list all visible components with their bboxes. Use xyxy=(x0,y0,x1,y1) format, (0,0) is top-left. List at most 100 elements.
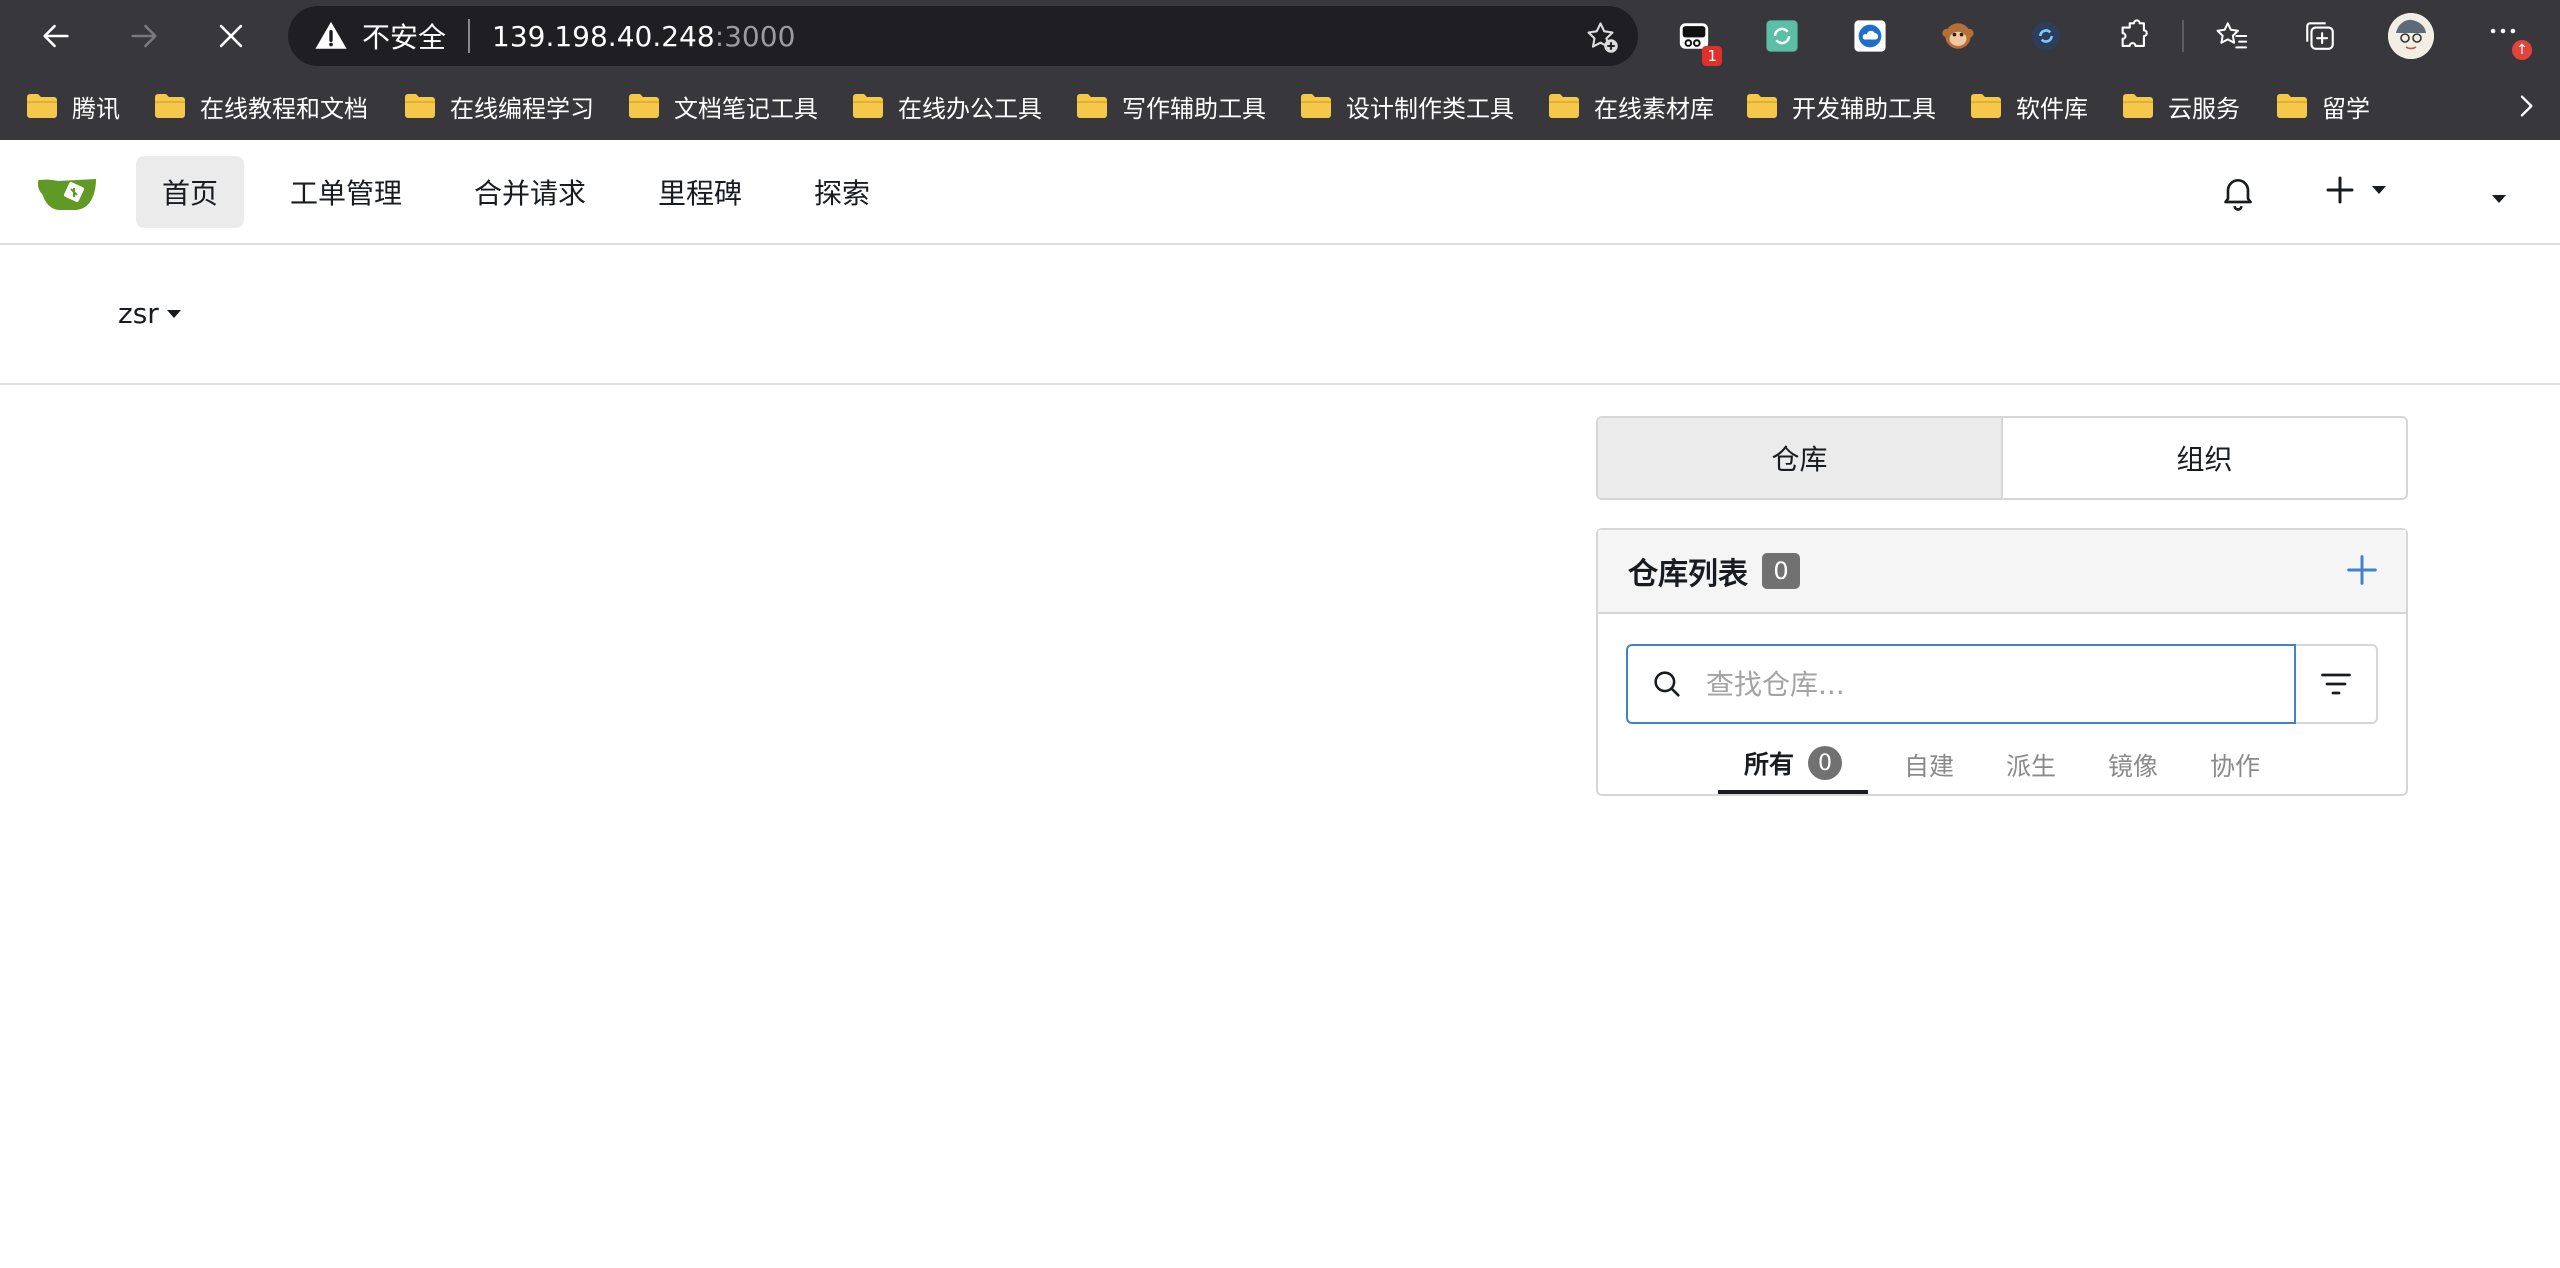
extension-refresh[interactable] xyxy=(2026,16,2066,56)
extension-sync[interactable] xyxy=(1762,16,1802,56)
bookmark-folder[interactable]: 开发辅助工具 xyxy=(1746,88,1936,124)
dashboard-tabs: 仓库 组织 xyxy=(1596,416,2408,500)
create-new-dropdown[interactable] xyxy=(2322,172,2386,208)
extension-reader[interactable]: 1 xyxy=(1674,16,1722,66)
filter-tab-mirrors-label: 镜像 xyxy=(2108,752,2159,781)
repo-search-box xyxy=(1626,644,2296,724)
bookmark-label: 在线素材库 xyxy=(1594,94,1714,123)
folder-icon xyxy=(1747,94,1777,118)
favorites-list-icon xyxy=(2216,22,2248,49)
nav-explore-label: 探索 xyxy=(814,177,871,210)
url-host: 139.198.40.248 xyxy=(492,19,715,53)
back-button[interactable] xyxy=(32,12,80,60)
nav-issues[interactable]: 工单管理 xyxy=(264,156,428,228)
arrow-right-icon xyxy=(131,24,157,48)
update-badge: ↑ xyxy=(2512,40,2532,60)
sync-icon xyxy=(1766,20,1798,52)
address-bar[interactable]: 不安全 139.198.40.248:3000 xyxy=(288,6,1638,66)
repo-filter-tabs: 所有 0 自建 派生 镜像 协作 xyxy=(1598,736,2406,796)
puzzle-icon xyxy=(2121,19,2148,47)
filter-tab-sources-label: 自建 xyxy=(1904,752,1955,781)
stop-loading-button[interactable] xyxy=(207,12,255,60)
arrow-left-icon xyxy=(43,24,69,48)
gitea-logo-icon[interactable] xyxy=(38,170,100,214)
tab-organizations-label: 组织 xyxy=(2176,443,2233,476)
folder-icon xyxy=(1301,94,1331,118)
folder-icon xyxy=(27,94,57,118)
chevron-right-icon[interactable] xyxy=(2510,90,2542,122)
refresh-circle-icon xyxy=(2031,21,2061,51)
folder-icon xyxy=(405,94,435,118)
bookmark-label: 在线教程和文档 xyxy=(200,94,368,123)
settings-more-button[interactable]: ↑ xyxy=(2486,14,2532,60)
tab-repositories-label: 仓库 xyxy=(1771,443,1828,476)
filter-tab-collaborative[interactable]: 协作 xyxy=(2210,736,2260,794)
forward-button[interactable] xyxy=(120,12,168,60)
monkey-icon xyxy=(1942,23,1974,49)
gitea-navbar: 首页 工单管理 合并请求 里程碑 探索 xyxy=(0,140,2560,245)
nav-pull-requests-label: 合并请求 xyxy=(474,177,587,210)
bookmark-folder[interactable]: 文档笔记工具 xyxy=(628,88,818,124)
user-menu-dropdown[interactable] xyxy=(2484,188,2506,207)
add-favorite-icon[interactable] xyxy=(1584,19,1620,55)
filter-tab-mirrors[interactable]: 镜像 xyxy=(2108,736,2158,794)
tab-organizations[interactable]: 组织 xyxy=(2003,418,2406,498)
favorites-button[interactable] xyxy=(2212,16,2252,56)
collections-button[interactable] xyxy=(2300,16,2340,56)
bookmark-folder[interactable]: 腾讯 xyxy=(26,88,120,124)
bookmarks-bar: 腾讯 在线教程和文档 在线编程学习 文档笔记工具 在线办公工具 写作辅助工具 设… xyxy=(0,72,2560,140)
dashboard-context-bar: zsr xyxy=(0,247,2560,385)
bookmark-folder[interactable]: 云服务 xyxy=(2122,88,2240,124)
context-user-switch[interactable]: zsr xyxy=(118,297,181,330)
chevron-down-icon xyxy=(166,309,181,318)
bookmark-label: 留学 xyxy=(2322,94,2370,123)
nav-issues-label: 工单管理 xyxy=(290,177,403,210)
folder-icon xyxy=(1549,94,1579,118)
bookmark-label: 设计制作类工具 xyxy=(1346,94,1514,123)
search-icon xyxy=(1654,671,1680,697)
bookmark-folder[interactable]: 软件库 xyxy=(1970,88,2088,124)
security-label: 不安全 xyxy=(362,21,447,54)
extensions-button[interactable] xyxy=(2114,16,2154,56)
tab-repositories[interactable]: 仓库 xyxy=(1598,418,2003,498)
bookmark-label: 写作辅助工具 xyxy=(1122,94,1266,123)
bookmark-folder[interactable]: 设计制作类工具 xyxy=(1300,88,1514,124)
folder-icon xyxy=(853,94,883,118)
filter-tab-sources[interactable]: 自建 xyxy=(1904,736,1954,794)
new-repo-plus-icon[interactable] xyxy=(2342,550,2382,590)
repo-search-input[interactable] xyxy=(1704,666,2264,702)
nav-home-label: 首页 xyxy=(162,177,219,210)
cloud-icon xyxy=(1854,20,1886,52)
extension-monkey[interactable] xyxy=(1938,16,1978,56)
folder-icon xyxy=(2277,94,2307,118)
bookmark-folder[interactable]: 在线素材库 xyxy=(1548,88,1714,124)
repo-filter-button[interactable] xyxy=(2296,644,2378,724)
repo-count-badge: 0 xyxy=(1762,553,1800,589)
filter-tab-forks[interactable]: 派生 xyxy=(2006,736,2056,794)
bookmark-folder[interactable]: 在线教程和文档 xyxy=(154,88,368,124)
bookmark-folder[interactable]: 写作辅助工具 xyxy=(1076,88,1266,124)
plus-icon xyxy=(2326,176,2354,204)
bookmark-label: 开发辅助工具 xyxy=(1792,94,1936,123)
warning-icon xyxy=(315,21,347,49)
bookmark-folder[interactable]: 在线编程学习 xyxy=(404,88,594,124)
bell-icon[interactable] xyxy=(2218,172,2258,212)
nav-explore[interactable]: 探索 xyxy=(788,156,896,228)
extension-badge: 1 xyxy=(1702,46,1722,66)
nav-milestones[interactable]: 里程碑 xyxy=(632,156,768,228)
chevron-down-icon xyxy=(2492,195,2506,203)
nav-home[interactable]: 首页 xyxy=(136,156,245,228)
nav-pull-requests[interactable]: 合并请求 xyxy=(448,156,612,228)
toolbar-divider xyxy=(2182,20,2184,52)
folder-icon xyxy=(1971,94,2001,118)
nav-milestones-label: 里程碑 xyxy=(658,177,743,210)
collections-icon xyxy=(2306,22,2334,50)
bookmark-folder[interactable]: 留学 xyxy=(2276,88,2370,124)
bookmark-label: 在线办公工具 xyxy=(898,94,1042,123)
profile-avatar[interactable] xyxy=(2388,13,2434,59)
filter-tab-all[interactable]: 所有 0 xyxy=(1718,736,1869,794)
extension-cloud[interactable] xyxy=(1850,16,1890,56)
bookmark-folder[interactable]: 在线办公工具 xyxy=(852,88,1042,124)
browser-toolbar: 不安全 139.198.40.248:3000 1 ↑ xyxy=(0,0,2560,72)
bookmark-label: 云服务 xyxy=(2168,94,2240,123)
